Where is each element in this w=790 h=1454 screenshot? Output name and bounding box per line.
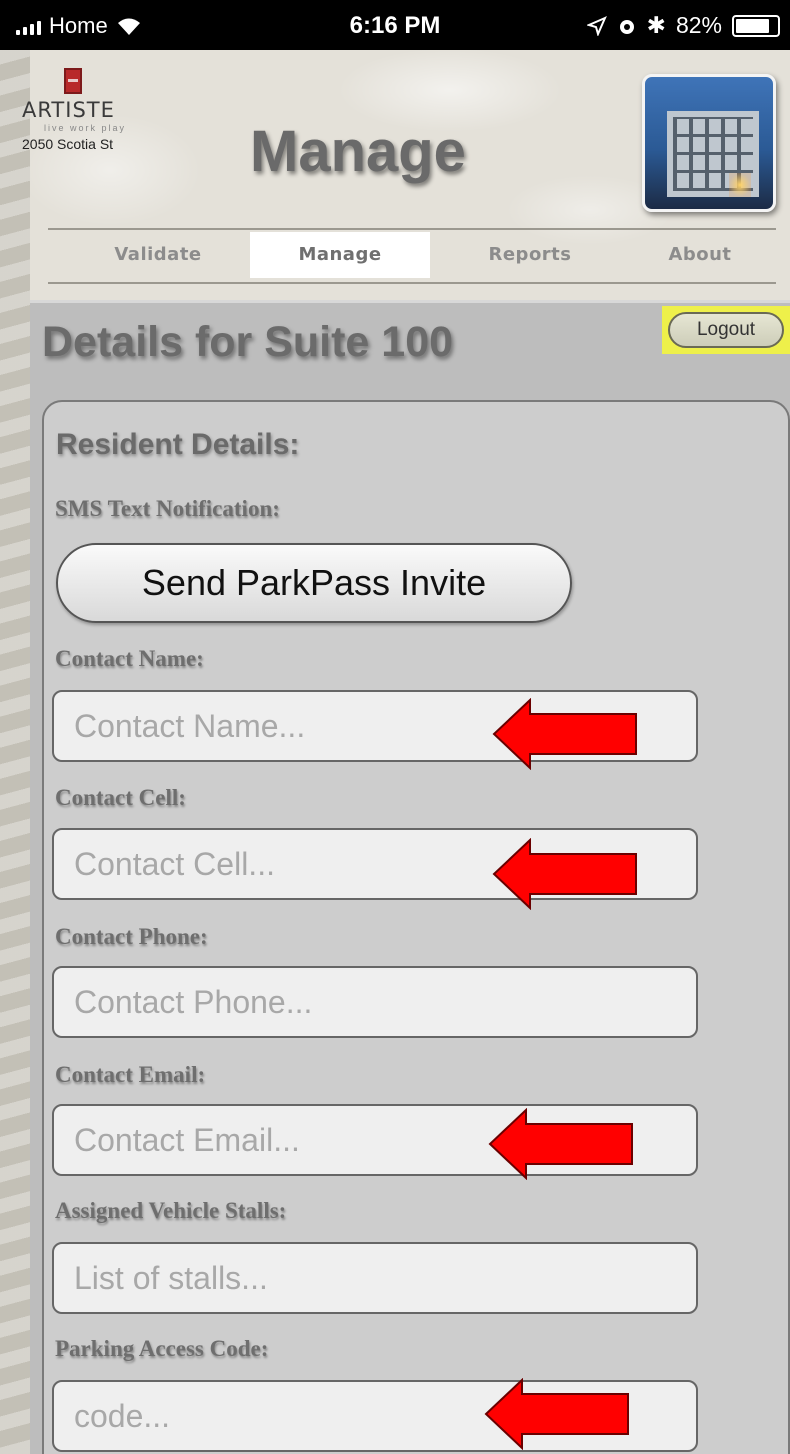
contact-phone-input[interactable] [52,966,698,1038]
contact-phone-label: Contact Phone: [55,924,208,949]
location-icon [586,15,607,36]
left-texture-strip [0,50,30,1454]
send-invite-button[interactable]: Send ParkPass Invite [56,543,572,623]
sms-label: SMS Text Notification: [55,496,280,521]
contact-email-label: Contact Email: [55,1062,206,1087]
tab-reports[interactable]: Reports [440,232,620,278]
section-title: Resident Details: [56,428,300,461]
page-title: Manage [250,119,466,184]
tab-bar: Validate Manage Reports About [48,232,776,278]
alarm-icon [619,19,634,34]
logo-name: ARTISTE [22,98,115,122]
tab-manage[interactable]: Manage [250,232,430,278]
red-arrow-icon [484,1378,629,1450]
tab-about[interactable]: About [610,232,790,278]
artiste-logo: ARTISTE live work play 2050 Scotia St [22,68,162,152]
logout-button[interactable]: Logout [668,312,784,348]
nav-divider-top [48,228,776,230]
access-code-label: Parking Access Code: [55,1336,269,1361]
status-right: ✱ 82% [586,12,780,39]
logo-tagline: live work play [44,123,127,133]
logo-emblem-icon [64,68,82,94]
red-arrow-icon [492,698,637,770]
status-bar: Home 6:16 PM ✱ 82% [0,0,790,50]
suite-title: Details for Suite 100 [42,318,454,366]
battery-icon [732,14,780,37]
red-arrow-icon [488,1108,633,1180]
vehicle-stalls-label: Assigned Vehicle Stalls: [55,1198,287,1223]
nav-divider-bottom [48,282,776,284]
tab-validate[interactable]: Validate [68,232,248,278]
vehicle-stalls-input[interactable] [52,1242,698,1314]
logo-address: 2050 Scotia St [22,136,114,152]
bluetooth-icon: ✱ [646,12,666,38]
building-photo [642,74,776,212]
contact-cell-label: Contact Cell: [55,785,186,810]
red-arrow-icon [492,838,637,910]
contact-name-label: Contact Name: [55,646,204,671]
battery-percent: 82% [675,12,722,38]
